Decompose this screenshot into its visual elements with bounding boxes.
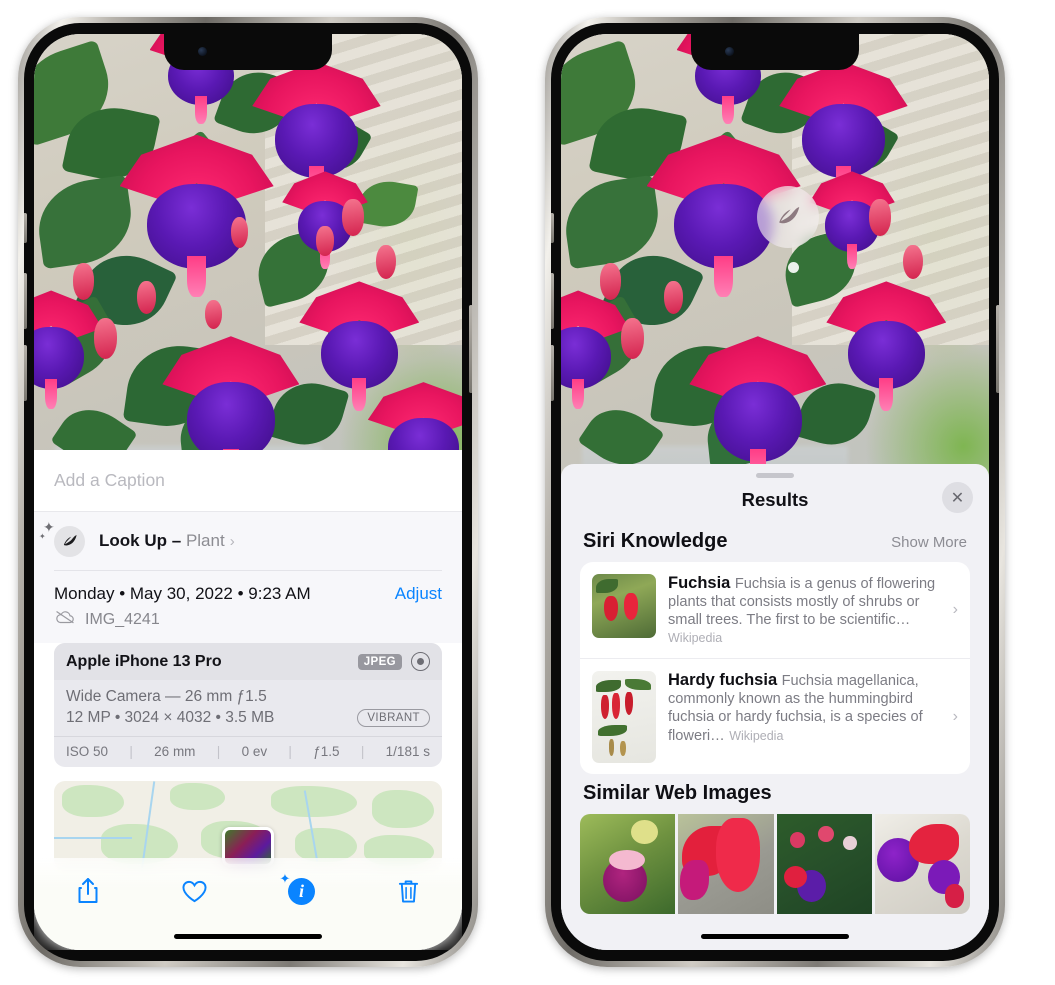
result-title: Fuchsia [668,574,731,592]
info-badge: i [288,877,315,905]
chevron-right-icon: › [229,532,235,550]
silent-switch[interactable] [551,213,554,243]
home-indicator[interactable] [174,934,322,939]
cloud-slash-icon [54,609,76,630]
silent-switch[interactable] [24,213,27,243]
show-more-button[interactable]: Show More [891,534,967,551]
exif-focal: 26 mm [154,744,196,759]
volume-up-button[interactable] [551,273,554,329]
exif-divider: | [129,744,133,759]
list-item[interactable]: Hardy fuchsia Fuchsia magellanica, commo… [580,658,970,774]
look-up-kind: Plant [185,531,225,550]
close-icon[interactable]: ✕ [942,482,973,513]
sparkle-small-icon: ✦ [39,531,46,541]
volume-down-button[interactable] [24,345,27,401]
right-phone-device: Results ✕ Siri Knowledge Show More Fuchs… [545,17,1005,967]
left-phone-device: Add a Caption ✦ ✦ Look Up – Plant › Mond… [18,17,478,967]
exif-exposure: 0 ev [241,744,268,759]
favorite-heart-icon[interactable] [173,870,217,912]
device-notch [164,34,332,70]
similar-web-images-header: Similar Web Images [561,774,989,814]
exif-aperture: ƒ1.5 [313,744,340,759]
screenshot-canvas: Add a Caption ✦ ✦ Look Up – Plant › Mond… [0,0,1055,985]
exif-divider: | [216,744,221,759]
sparkle-icon: ✦ [279,871,291,886]
siri-knowledge-card: Fuchsia Fuchsia is a genus of flowering … [580,562,970,775]
exif-divider: | [360,744,365,759]
photo-filename: IMG_4241 [85,610,160,628]
caption-placeholder: Add a Caption [54,470,165,490]
left-phone-screen: Add a Caption ✦ ✦ Look Up – Plant › Mond… [34,34,462,950]
visual-look-up-anchor-dot [788,262,799,273]
result-thumbnail [592,574,656,638]
power-button[interactable] [996,305,999,393]
exif-iso: ISO 50 [66,744,109,759]
caption-input[interactable]: Add a Caption [34,450,462,512]
web-image-tile[interactable] [874,814,970,915]
photographic-style-badge: VIBRANT [357,709,430,727]
section-title: Siri Knowledge [583,530,728,552]
result-source: Wikipedia [668,631,723,646]
right-phone-screen: Results ✕ Siri Knowledge Show More Fuchs… [561,34,989,950]
visual-look-up-row[interactable]: ✦ ✦ Look Up – Plant › [34,512,462,570]
result-title: Hardy fuchsia [668,671,778,690]
list-item[interactable]: Fuchsia Fuchsia is a genus of flowering … [580,562,970,658]
left-phone-bezel: Add a Caption ✦ ✦ Look Up – Plant › Mond… [24,23,472,961]
web-image-tile[interactable] [776,814,872,915]
chevron-right-icon: › [952,707,958,725]
look-up-label: Look Up – Plant [99,531,225,550]
similar-web-images-row [580,814,970,915]
info-icon[interactable]: ✦ i [280,870,324,912]
volume-up-button[interactable] [24,273,27,329]
photo-metadata-block: Monday • May 30, 2022 • 9:23 AM Adjust I… [34,570,462,643]
result-source: Wikipedia [729,728,784,743]
chevron-right-icon: › [952,601,958,619]
device-notch [691,34,859,70]
result-thumbnail [592,671,656,764]
home-indicator[interactable] [701,934,849,939]
section-title: Similar Web Images [583,782,772,805]
camera-resolution: 12 MP • 3024 × 4032 • 3.5 MB [66,709,275,726]
camera-lens: Wide Camera — 26 mm ƒ1.5 [66,688,267,705]
front-camera-icon [725,47,734,56]
camera-model: Apple iPhone 13 Pro [66,652,222,670]
exif-shutter: 1/181 s [385,744,430,759]
camera-info-card[interactable]: Apple iPhone 13 Pro JPEG Wide Camera — 2… [54,643,442,767]
front-camera-icon [198,47,207,56]
photo-info-sheet: Add a Caption ✦ ✦ Look Up – Plant › Mond… [34,450,462,950]
format-badge: JPEG [357,653,402,670]
power-button[interactable] [469,305,472,393]
adjust-button[interactable]: Adjust [395,584,442,604]
visual-look-up-badge[interactable] [757,186,819,248]
exif-divider: | [288,744,292,759]
exif-row: ISO 50 | 26 mm | 0 ev | ƒ1.5 | 1/181 s [54,736,442,767]
volume-down-button[interactable] [551,345,554,401]
photo-date: Monday • May 30, 2022 • 9:23 AM [54,584,311,603]
siri-knowledge-header: Siri Knowledge Show More [561,522,989,562]
aperture-icon [411,652,430,671]
web-image-tile[interactable] [580,814,676,915]
leaf-icon: ✦ ✦ [39,520,85,557]
trash-icon[interactable] [387,870,431,912]
right-phone-bezel: Results ✕ Siri Knowledge Show More Fuchs… [551,23,999,961]
results-title: Results [741,489,809,510]
results-sheet: Results ✕ Siri Knowledge Show More Fuchs… [561,464,989,950]
web-image-tile[interactable] [678,814,774,915]
share-icon[interactable] [66,870,110,912]
leaf-icon [779,207,800,224]
